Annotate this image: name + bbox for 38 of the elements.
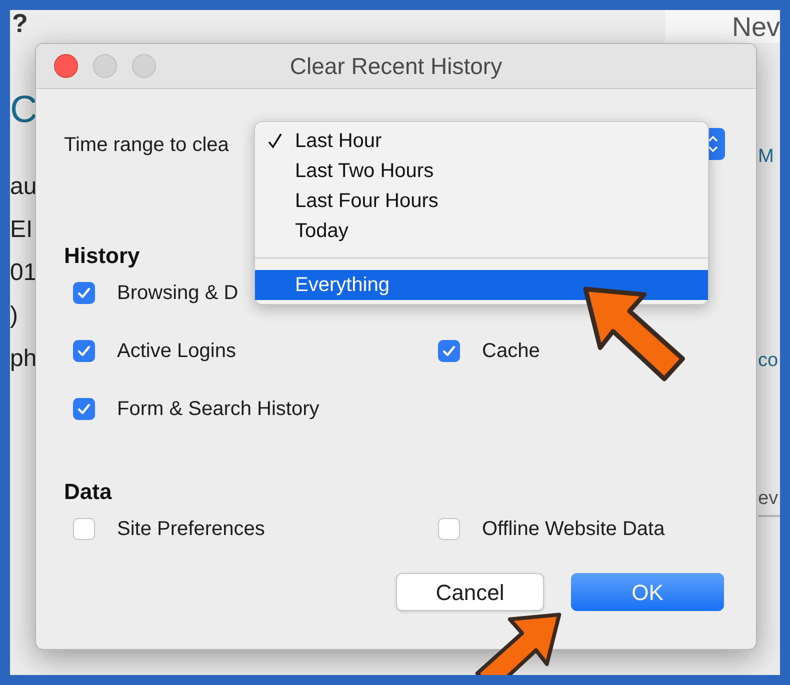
section-heading: History [64,242,141,269]
checkbox-label: Offline Website Data [482,517,665,542]
window-title: Clear Recent History [288,52,504,81]
page-link[interactable]: co [758,347,780,375]
menu-item[interactable]: Last Two Hours [255,156,708,186]
section-heading: Data [64,478,113,505]
checkmark-icon [77,402,91,416]
page-text: ph [10,344,35,374]
checkbox-label: Form & Search History [117,397,320,422]
page-text: ? [11,10,28,40]
page-text: 01 [10,258,35,288]
checkbox-label: Cache [482,339,540,364]
checkbox-label: Browsing & D [117,281,238,306]
checkbox-label: Active Logins [117,339,236,364]
page-link[interactable]: M [758,143,780,171]
checkbox[interactable] [73,398,95,420]
checkmark-icon [268,133,282,149]
time-range-label: Time range to clea [64,133,229,158]
menu-item[interactable]: Everything [255,270,708,300]
cancel-button[interactable]: Cancel [396,573,544,611]
ok-button[interactable]: OK [571,573,724,611]
page-text: ) [10,301,19,331]
menu-item[interactable]: Last Hour [255,126,708,156]
page-text: EI [10,215,34,245]
checkmark-icon [77,344,91,358]
checkmark-icon [442,344,456,358]
page-link[interactable]: C [10,91,35,129]
checkbox[interactable] [438,518,460,540]
menu-item[interactable]: Today [255,216,708,246]
page-text: au [10,172,35,202]
checkmark-icon [77,286,91,300]
close-button[interactable] [54,54,78,78]
checkbox[interactable] [438,340,460,362]
checkbox[interactable] [73,282,95,304]
checkbox-label: Site Preferences [117,517,265,542]
menu-item[interactable]: Last Four Hours [255,186,708,216]
checkbox[interactable] [73,518,95,540]
checkbox[interactable] [73,340,95,362]
